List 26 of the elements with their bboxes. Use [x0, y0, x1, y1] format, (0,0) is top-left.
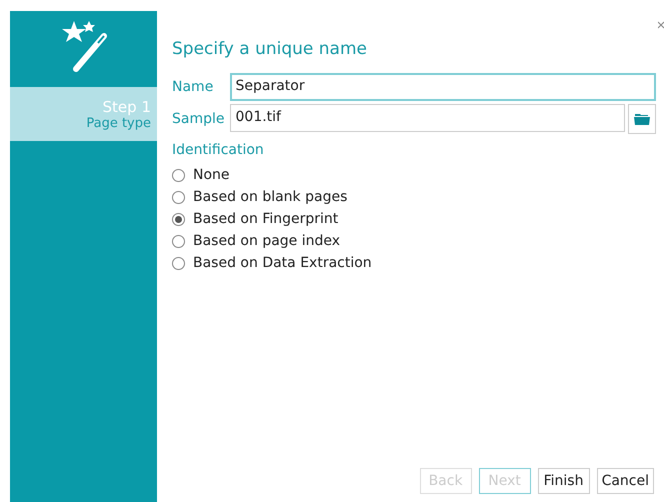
radio-button[interactable]	[172, 212, 185, 226]
wizard-button[interactable]: Finish	[538, 468, 590, 494]
folder-icon	[634, 113, 650, 125]
radio-button[interactable]	[172, 190, 185, 204]
radio-option[interactable]: Based on page index	[172, 232, 656, 250]
text-field[interactable]: Separator	[230, 73, 656, 101]
radio-option[interactable]: Based on Data Extraction	[172, 254, 656, 272]
radio-option[interactable]: Based on Fingerprint	[172, 210, 656, 228]
field-label: Name	[172, 79, 214, 95]
radio-label: Based on blank pages	[193, 189, 348, 205]
radio-label: Based on Data Extraction	[193, 255, 372, 271]
radio-option[interactable]: Based on blank pages	[172, 188, 656, 206]
radio-button[interactable]	[172, 168, 185, 182]
radio-option[interactable]: None	[172, 166, 656, 184]
radio-button[interactable]	[172, 234, 185, 248]
close-icon[interactable]	[658, 21, 664, 29]
radio-label: Based on page index	[193, 233, 340, 249]
radio-label: Based on Fingerprint	[193, 211, 338, 227]
browse-button[interactable]	[628, 104, 656, 134]
field-label: Sample	[172, 111, 224, 127]
section-title: Identification	[172, 142, 265, 158]
radio-button[interactable]	[172, 256, 185, 270]
wizard-button[interactable]: Cancel	[596, 468, 654, 494]
page-heading: Specify a unique name	[172, 39, 368, 59]
text-field[interactable]: 001.tif	[230, 104, 625, 132]
radio-label: None	[193, 167, 230, 183]
